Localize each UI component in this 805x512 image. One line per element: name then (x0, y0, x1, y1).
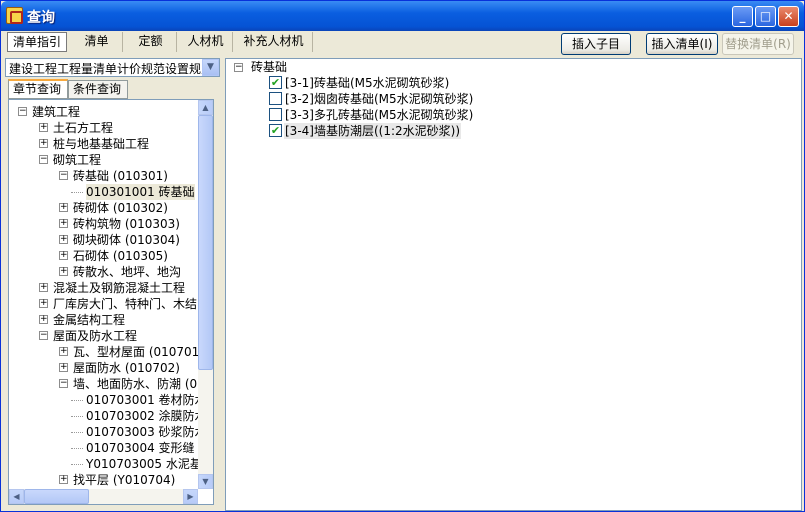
collapse-icon[interactable]: − (59, 379, 68, 388)
tree-item[interactable]: 石砌体 (010305) (73, 248, 168, 264)
quota-checkbox[interactable]: ✔ (269, 124, 282, 137)
quota-list-panel: − 砖基础 ✔ [3-1]砖基础(M5水泥砌筑砂浆) [3-2]烟囱砖基础(M5水泥… (225, 58, 802, 511)
tree-item[interactable]: 桩与地基基础工程 (53, 136, 149, 152)
app-icon (6, 7, 23, 24)
tab-list-guide[interactable]: 清单指引 (7, 32, 67, 52)
tree-connector (71, 448, 83, 449)
tab-labor-material-machine[interactable]: 人材机 (179, 32, 233, 52)
quota-checkbox[interactable] (269, 92, 282, 105)
quota-item-label[interactable]: [3-1]砖基础(M5水泥砌筑砂浆) (284, 75, 450, 91)
expand-icon[interactable]: + (59, 235, 68, 244)
tree-connector (71, 432, 83, 433)
query-window: 查询 _ □ ✕ 清单指引 清单 定额 人材机 补充人材机 插入子目 插入清单(… (0, 0, 805, 512)
title-bar[interactable]: 查询 _ □ ✕ (1, 1, 804, 31)
toolbar: 清单指引 清单 定额 人材机 补充人材机 插入子目 插入清单(I) 替换清单(R… (5, 31, 802, 55)
collapse-icon[interactable]: − (234, 63, 243, 72)
expand-icon[interactable]: + (59, 267, 68, 276)
expand-icon[interactable]: + (59, 219, 68, 228)
quota-item-label[interactable]: [3-2]烟囱砖基础(M5水泥砌筑砂浆) (284, 91, 474, 107)
quota-item-label[interactable]: [3-3]多孔砖基础(M5水泥砌筑砂浆) (284, 107, 474, 123)
tree-item[interactable]: 瓦、型材屋面 (010701) (73, 344, 204, 360)
expand-icon[interactable]: + (59, 475, 68, 484)
minimize-button[interactable]: _ (732, 6, 753, 27)
tree-item[interactable]: 砖基础 (010301) (73, 168, 168, 184)
scroll-right-icon[interactable]: ▶ (183, 489, 198, 504)
collapse-icon[interactable]: − (39, 155, 48, 164)
tree-item[interactable]: 砖构筑物 (010303) (73, 216, 180, 232)
close-button[interactable]: ✕ (778, 6, 799, 27)
expand-icon[interactable]: + (39, 139, 48, 148)
tree-connector (71, 416, 83, 417)
tree-connector (71, 400, 83, 401)
tab-quota[interactable]: 定额 (125, 32, 177, 52)
insert-list-button[interactable]: 插入清单(I) (646, 33, 718, 55)
tree-horizontal-scrollbar[interactable]: ◀ ▶ (9, 489, 198, 504)
hscroll-thumb[interactable] (24, 489, 89, 504)
expand-icon[interactable]: + (59, 203, 68, 212)
insert-child-button[interactable]: 插入子目 (561, 33, 631, 55)
tree-connector (71, 192, 83, 193)
quota-checkbox[interactable]: ✔ (269, 76, 282, 89)
quota-checkbox[interactable] (269, 108, 282, 121)
tab-chapter-search[interactable]: 章节查询 (8, 79, 68, 99)
expand-icon[interactable]: + (39, 123, 48, 132)
tree-item[interactable]: 010703001 卷材防水 (86, 392, 207, 408)
tree-item[interactable]: 屋面及防水工程 (53, 328, 137, 344)
tree-item[interactable]: 砌筑工程 (53, 152, 101, 168)
chevron-down-icon[interactable]: ▼ (202, 59, 219, 76)
scroll-down-icon[interactable]: ▼ (198, 474, 213, 489)
quota-item-label[interactable]: [3-4]墙基防潮层((1:2水泥砂浆)) (284, 123, 462, 139)
tree-item[interactable]: 砌块砌体 (010304) (73, 232, 180, 248)
scroll-left-icon[interactable]: ◀ (9, 489, 24, 504)
expand-icon[interactable]: + (59, 251, 68, 260)
quota-root-label: 砖基础 (251, 60, 288, 74)
tree-item[interactable]: 010703002 涂膜防水 (86, 408, 207, 424)
tree-item[interactable]: 010301001 砖基础 (86, 184, 195, 200)
expand-icon[interactable]: + (39, 283, 48, 292)
tree-item[interactable]: 土石方工程 (53, 120, 113, 136)
scroll-up-icon[interactable]: ▲ (198, 100, 213, 115)
expand-icon[interactable]: + (59, 347, 68, 356)
collapse-icon[interactable]: − (59, 171, 68, 180)
tree-item[interactable]: Y010703005 水泥基 (86, 456, 202, 472)
tree-item[interactable]: 屋面防水 (010702) (73, 360, 180, 376)
tree-item[interactable]: 建筑工程 (32, 104, 80, 120)
collapse-icon[interactable]: − (18, 107, 27, 116)
expand-icon[interactable]: + (59, 363, 68, 372)
tree-item[interactable]: 金属结构工程 (53, 312, 125, 328)
tree-vertical-scrollbar[interactable]: ▲ ▼ (198, 100, 213, 489)
tree-item[interactable]: 找平层 (Y010704) (73, 472, 175, 488)
tree-item[interactable]: 厂库房大门、特种门、木结 (53, 296, 197, 312)
chapter-tree[interactable]: − 建筑工程 + 土石方工程 + 桩与地基基础工程 − 砌筑工程 − 砖基础 (010301) 01… (8, 99, 214, 505)
spec-select-value: 建设工程工程量清单计价规范设置规则 (9, 62, 202, 76)
tree-item[interactable]: 砖砌体 (010302) (73, 200, 168, 216)
tree-item[interactable]: 混凝土及钢筋混凝土工程 (53, 280, 185, 296)
collapse-icon[interactable]: − (39, 331, 48, 340)
tab-supplementary-lmm[interactable]: 补充人材机 (235, 32, 313, 52)
maximize-button[interactable]: □ (755, 6, 776, 27)
expand-icon[interactable]: + (39, 299, 48, 308)
tree-connector (71, 464, 83, 465)
replace-list-button[interactable]: 替换清单(R) (722, 33, 794, 55)
tab-list[interactable]: 清单 (71, 32, 123, 52)
spec-select[interactable]: 建设工程工程量清单计价规范设置规则 ▼ (5, 58, 220, 77)
expand-icon[interactable]: + (39, 315, 48, 324)
tree-item[interactable]: 010703004 变形缝 (86, 440, 195, 456)
tree-item[interactable]: 砖散水、地坪、地沟 (73, 264, 181, 280)
tab-condition-search[interactable]: 条件查询 (68, 80, 128, 99)
window-title: 查询 (27, 10, 55, 26)
tree-item[interactable]: 墙、地面防水、防潮 (01 (73, 376, 205, 392)
scroll-thumb[interactable] (198, 115, 213, 370)
tree-item[interactable]: 010703003 砂浆防水 (86, 424, 207, 440)
